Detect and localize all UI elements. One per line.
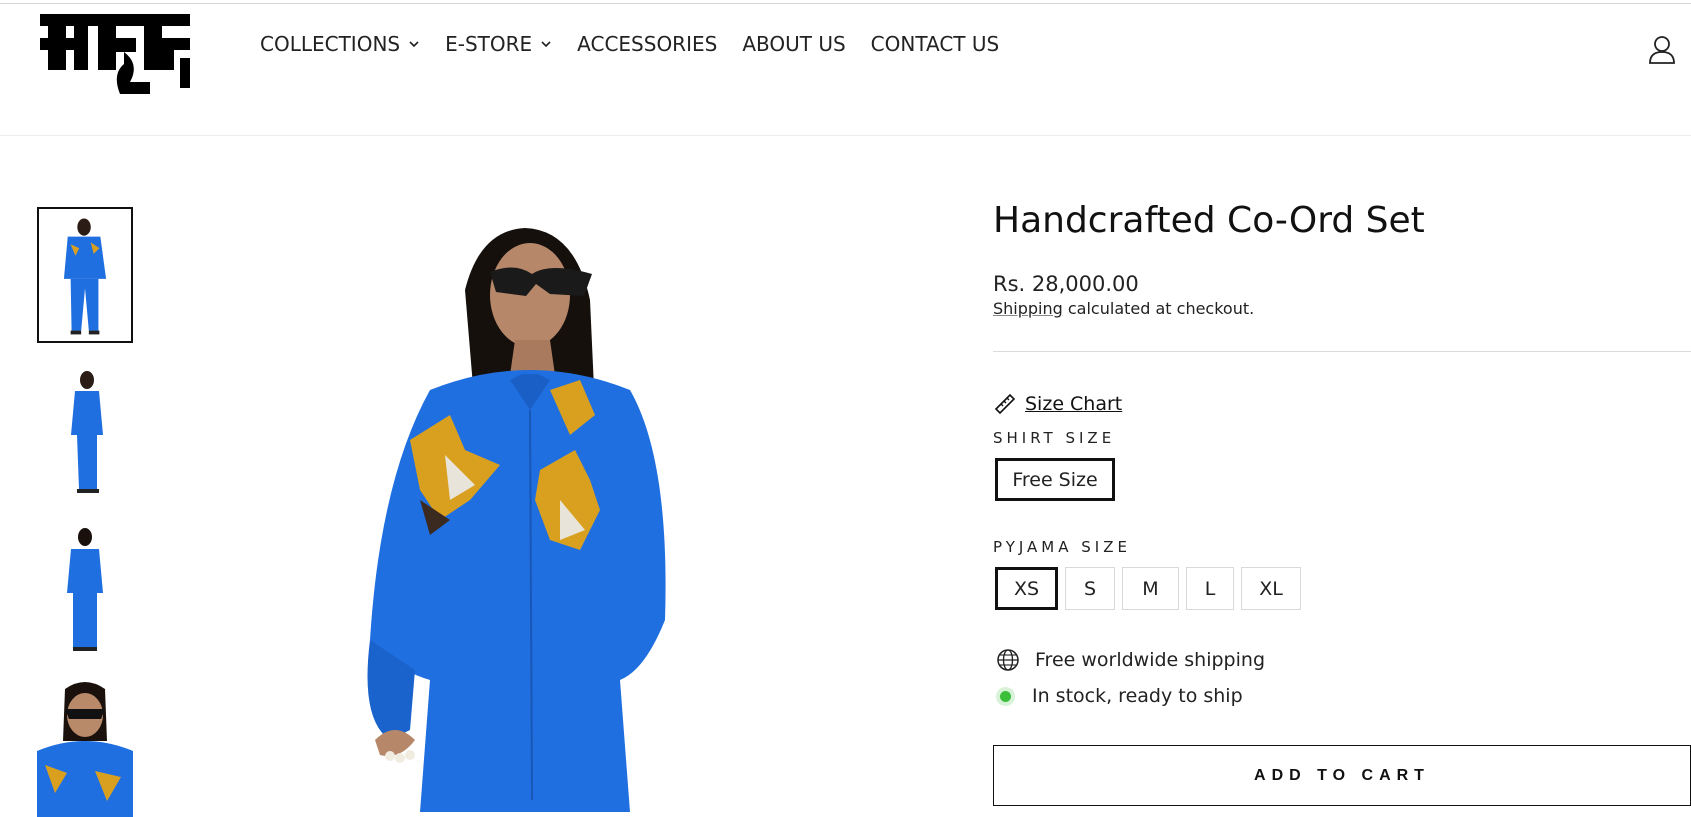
pyjama-size-option-label: M [1142,577,1159,600]
thumbnail-front[interactable] [37,207,133,343]
shipping-note: Shipping calculated at checkout. [993,299,1254,318]
pyjama-size-option-label: L [1204,577,1216,600]
nav-about-us[interactable]: ABOUT US [742,32,845,56]
shirt-size-label: SHIRT SIZE [993,429,1116,447]
nav-accessories-label: ACCESSORIES [577,32,718,56]
size-chart-label: Size Chart [1025,393,1123,415]
top-border [0,3,1691,4]
thumbnail-closeup[interactable] [37,681,133,817]
pyjama-size-option-xs[interactable]: XS [995,567,1058,610]
pyjama-size-option-label: S [1083,577,1097,600]
add-to-cart-button[interactable]: ADD TO CART [993,745,1691,806]
nav-collections-label: COLLECTIONS [260,32,401,56]
header-divider [0,135,1691,136]
shipping-note-text: calculated at checkout. [1062,299,1255,318]
thumbnail-side[interactable] [37,365,133,501]
pyjama-size-option-s[interactable]: S [1065,567,1115,610]
main-nav: COLLECTIONS E-STORE ACCESSORIES ABOUT US… [260,32,999,56]
brand-logo-mark [40,14,190,94]
feature-worldwide-shipping: Free worldwide shipping [996,648,1265,672]
nav-contact-us-label: CONTACT US [870,32,1000,56]
full-length-side-photo [71,371,103,493]
model-photo [367,228,666,812]
user-icon[interactable] [1648,34,1676,64]
chevron-down-icon [541,41,551,48]
full-length-front-photo [63,218,107,335]
nav-accessories[interactable]: ACCESSORIES [577,32,717,56]
pyjama-size-option-label: XL [1259,577,1283,600]
shirt-size-options: Free Size [995,458,1115,501]
thumbnail-back[interactable] [37,523,133,659]
closeup-photo [37,682,133,817]
globe-icon [997,649,1019,671]
nav-e-store[interactable]: E-STORE [445,32,552,56]
pyjama-size-option-l[interactable]: L [1186,567,1234,610]
nav-contact-us[interactable]: CONTACT US [871,32,1000,56]
pyjama-size-option-label: XS [1013,577,1040,600]
in-stock-dot-icon [1000,690,1011,702]
size-chart-link[interactable]: Size Chart [993,392,1122,416]
product-price: Rs. 28,000.00 [993,272,1139,296]
ruler-icon [994,393,1016,415]
pyjama-size-options: XS S M L XL [995,567,1301,610]
feature-in-stock-text: In stock, ready to ship [1032,685,1243,707]
shipping-link[interactable]: Shipping [993,299,1063,318]
pyjama-size-label: PYJAMA SIZE [993,538,1131,556]
pyjama-size-option-m[interactable]: M [1122,567,1179,610]
product-title: Handcrafted Co-Ord Set [993,200,1425,241]
nav-collections[interactable]: COLLECTIONS [260,32,420,56]
shirt-size-option-free-size[interactable]: Free Size [995,458,1115,501]
nav-e-store-label: E-STORE [445,32,533,56]
feature-worldwide-shipping-text: Free worldwide shipping [1035,649,1266,671]
info-divider [993,351,1691,352]
pyjama-size-option-xl[interactable]: XL [1241,567,1301,610]
full-length-back-photo [67,528,103,651]
feature-in-stock: In stock, ready to ship [996,685,1243,707]
chevron-down-icon [409,41,419,48]
nav-about-us-label: ABOUT US [742,32,846,56]
brand-logo[interactable] [40,4,190,96]
product-main-image[interactable] [300,200,800,812]
shirt-size-option-label: Free Size [1012,468,1098,491]
